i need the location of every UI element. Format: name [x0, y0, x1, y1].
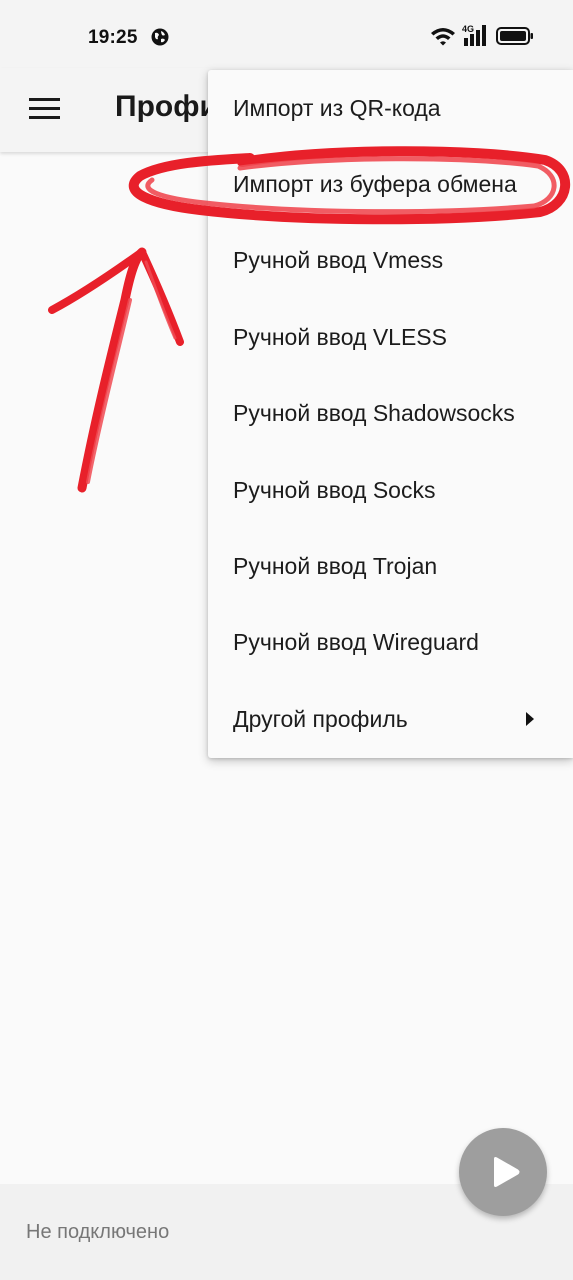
menu-icon[interactable]	[28, 96, 62, 122]
menu-item-label: Ручной ввод Trojan	[233, 553, 438, 580]
submenu-arrow-icon	[526, 712, 534, 727]
connection-status-text: Не подключено	[26, 1221, 170, 1243]
globe-icon	[151, 28, 169, 46]
status-bar: 19:25 4G	[0, 0, 573, 68]
menu-item-manual-trojan[interactable]: Ручной ввод Trojan	[208, 528, 573, 604]
annotation-arrow	[48, 247, 184, 493]
menu-item-label: Ручной ввод Vmess	[233, 247, 444, 274]
menu-item-import-qr[interactable]: Импорт из QR-кода	[208, 70, 573, 146]
menu-item-manual-vless[interactable]: Ручной ввод VLESS	[208, 299, 573, 375]
menu-item-label: Ручной ввод Socks	[233, 476, 436, 503]
menu-item-manual-wireguard[interactable]: Ручной ввод Wireguard	[208, 605, 573, 681]
menu-item-manual-shadowsocks[interactable]: Ручной ввод Shadowsocks	[208, 376, 573, 452]
battery-icon	[496, 27, 533, 45]
signal-icon	[464, 25, 486, 46]
connect-button[interactable]	[459, 1128, 547, 1216]
menu-item-label: Ручной ввод Shadowsocks	[233, 400, 515, 427]
page-title: Профи	[115, 90, 218, 123]
menu-item-label: Ручной ввод Wireguard	[233, 629, 479, 656]
play-icon	[494, 1157, 520, 1187]
menu-item-label: Другой профиль	[233, 705, 408, 732]
menu-item-label: Ручной ввод VLESS	[233, 323, 447, 350]
add-profile-menu: Импорт из QR-кода Импорт из буфера обмен…	[208, 70, 573, 758]
status-time: 19:25	[88, 27, 138, 48]
menu-item-label: Импорт из буфера обмена	[233, 171, 517, 198]
menu-item-manual-socks[interactable]: Ручной ввод Socks	[208, 452, 573, 528]
menu-item-label: Импорт из QR-кода	[233, 94, 441, 121]
menu-item-import-clipboard[interactable]: Импорт из буфера обмена	[208, 146, 573, 222]
menu-item-other-profile[interactable]: Другой профиль	[208, 681, 573, 757]
menu-item-manual-vmess[interactable]: Ручной ввод Vmess	[208, 223, 573, 299]
wifi-icon	[431, 28, 455, 46]
